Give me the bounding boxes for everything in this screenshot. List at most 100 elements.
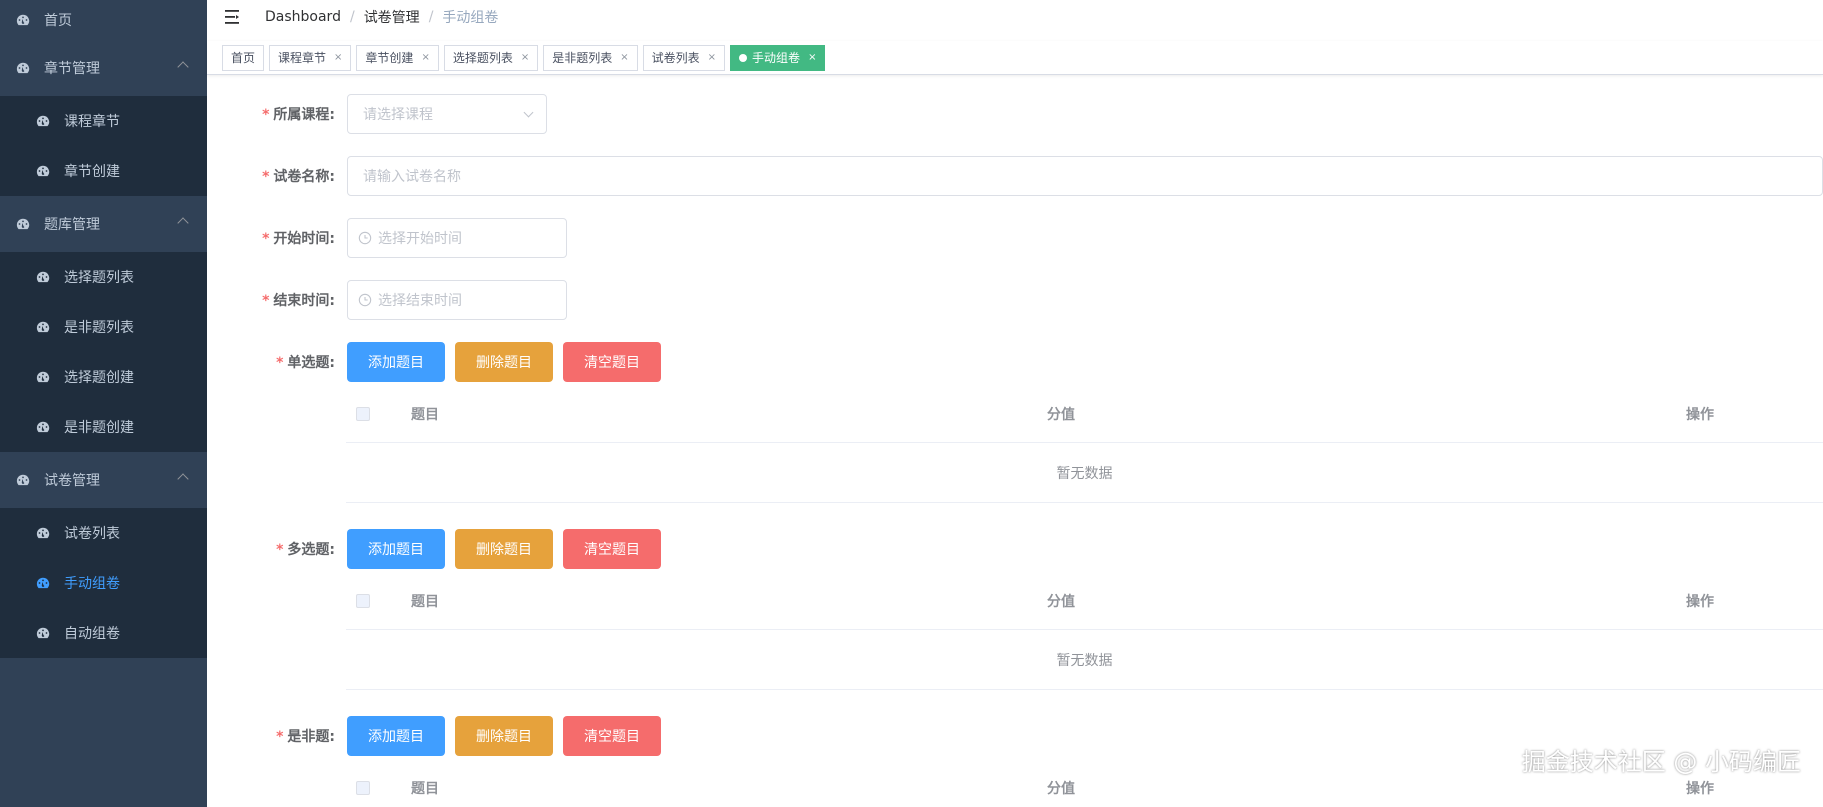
form-row-end: * 结束时间: 选择结束时间 (207, 280, 567, 320)
sidebar-item-label: 手动组卷 (64, 576, 120, 592)
watermark: 掘金技术社区 @ 小码编匠 (1521, 748, 1801, 776)
sidebar-item-course-chapter[interactable]: 课程章节 (0, 96, 207, 146)
label-text: 试卷名称: (273, 169, 335, 185)
input-placeholder: 请输入试卷名称 (363, 169, 461, 185)
sidebar-item-label: 试卷列表 (64, 526, 120, 542)
required-mark: * (262, 231, 270, 247)
submenu-list: 试卷列表 手动组卷 自动组卷 (0, 508, 207, 658)
breadcrumb-separator: / (349, 9, 355, 25)
dashboard-icon (16, 62, 30, 74)
label-text: 所属课程: (273, 107, 335, 123)
sidebar-item-auto-exam[interactable]: 自动组卷 (0, 608, 207, 658)
sidebar-item-truefalse-create[interactable]: 是非题创建 (0, 402, 207, 452)
table-header: 题目 分值 操作 (346, 573, 1823, 630)
clear-question-button[interactable]: 清空题目 (563, 529, 661, 569)
sidebar-item-manual-exam[interactable]: 手动组卷 (0, 558, 207, 608)
hamburger-icon[interactable] (223, 7, 243, 27)
tag-exam-list[interactable]: 试卷列表 × (642, 44, 726, 71)
tag-label: 试卷列表 (651, 50, 700, 65)
tag-label: 选择题列表 (452, 50, 513, 65)
dashboard-icon (16, 474, 30, 486)
tag-course-chapter[interactable]: 课程章节 × (269, 44, 352, 71)
end-time-picker[interactable]: 选择结束时间 (347, 280, 567, 320)
navbar: Dashboard / 试卷管理 / 手动组卷 (207, 0, 1823, 34)
add-question-button[interactable]: 添加题目 (347, 529, 445, 569)
select-placeholder: 请选择课程 (363, 107, 433, 123)
close-icon[interactable]: × (620, 46, 628, 70)
select-all-checkbox[interactable] (356, 594, 370, 608)
sidebar: 首页 章节管理 课程章节 章节创建 题库管理 选择题列表 是非题列表 选择题创建… (0, 0, 207, 807)
dashboard-icon (36, 371, 50, 383)
submenu-list: 选择题列表 是非题列表 选择题创建 是非题创建 (0, 252, 207, 452)
sidebar-item-truefalse-list[interactable]: 是非题列表 (0, 302, 207, 352)
sidebar-item-label: 是非题列表 (64, 320, 134, 336)
select-all-checkbox[interactable] (356, 781, 370, 795)
column-header-score: 分值 (1047, 594, 1075, 610)
sidebar-item-chapter-create[interactable]: 章节创建 (0, 146, 207, 196)
form-row-multi-choice: * 多选题: 添加题目 删除题目 清空题目 (207, 529, 671, 569)
select-all-checkbox[interactable] (356, 407, 370, 421)
tag-manual-exam[interactable]: 手动组卷 × (730, 44, 826, 71)
submenu-exam[interactable]: 试卷管理 (0, 452, 207, 508)
dashboard-icon (36, 271, 50, 283)
chevron-up-icon (177, 473, 189, 485)
close-icon[interactable]: × (521, 46, 529, 70)
sidebar-item-choice-list[interactable]: 选择题列表 (0, 252, 207, 302)
delete-question-button[interactable]: 删除题目 (455, 529, 553, 569)
submenu-chapter[interactable]: 章节管理 (0, 40, 207, 96)
menu-item-home[interactable]: 首页 (0, 0, 207, 40)
submenu-question-bank[interactable]: 题库管理 (0, 196, 207, 252)
submenu-list: 课程章节 章节创建 (0, 96, 207, 196)
form-row-course: * 所属课程: 请选择课程 (207, 94, 547, 134)
clear-question-button[interactable]: 清空题目 (563, 716, 661, 756)
form-label: * 开始时间: (207, 228, 347, 248)
dashboard-icon (16, 218, 30, 230)
add-question-button[interactable]: 添加题目 (347, 342, 445, 382)
course-select[interactable]: 请选择课程 (347, 94, 547, 134)
empty-text: 暂无数据 (346, 630, 1823, 690)
tag-label: 手动组卷 (752, 50, 801, 65)
dashboard-icon (16, 14, 30, 26)
tag-label: 首页 (231, 50, 256, 65)
label-text: 结束时间: (273, 293, 335, 309)
form-row-start: * 开始时间: 选择开始时间 (207, 218, 567, 258)
dashboard-icon (36, 421, 50, 433)
tag-label: 是非题列表 (552, 50, 613, 65)
tag-truefalse-list[interactable]: 是非题列表 × (543, 44, 638, 71)
start-time-picker[interactable]: 选择开始时间 (347, 218, 567, 258)
clock-icon (358, 231, 372, 245)
delete-question-button[interactable]: 删除题目 (455, 716, 553, 756)
dashboard-icon (36, 321, 50, 333)
dashboard-icon (36, 577, 50, 589)
close-icon[interactable]: × (334, 46, 342, 70)
column-header-score: 分值 (1047, 781, 1075, 797)
tag-choice-list[interactable]: 选择题列表 × (443, 44, 539, 71)
empty-text: 暂无数据 (346, 443, 1823, 503)
close-icon[interactable]: × (421, 46, 429, 70)
exam-name-input[interactable]: 请输入试卷名称 (347, 156, 1823, 196)
tag-home[interactable]: 首页 (222, 44, 265, 71)
add-question-button[interactable]: 添加题目 (347, 716, 445, 756)
label-text: 多选题: (287, 542, 335, 558)
sidebar-item-choice-create[interactable]: 选择题创建 (0, 352, 207, 402)
form-row-truefalse: * 是非题: 添加题目 删除题目 清空题目 (207, 716, 671, 756)
close-icon[interactable]: × (808, 46, 816, 70)
form-label: * 多选题: (207, 539, 347, 559)
sidebar-item-label: 选择题列表 (64, 270, 134, 286)
single-choice-table: 题目 分值 操作 暂无数据 (346, 386, 1823, 503)
sidebar-item-exam-list[interactable]: 试卷列表 (0, 508, 207, 558)
sidebar-item-label: 课程章节 (64, 114, 120, 130)
input-placeholder: 选择结束时间 (378, 293, 462, 309)
tag-chapter-create[interactable]: 章节创建 × (356, 44, 439, 71)
close-icon[interactable]: × (708, 46, 716, 70)
table-header: 题目 分值 操作 (346, 386, 1823, 443)
breadcrumb: Dashboard / 试卷管理 / 手动组卷 (265, 7, 498, 27)
clear-question-button[interactable]: 清空题目 (563, 342, 661, 382)
required-mark: * (262, 169, 270, 185)
breadcrumb-item-exam-manage[interactable]: 试卷管理 (364, 7, 420, 27)
tag-label: 课程章节 (278, 50, 327, 65)
breadcrumb-item-dashboard[interactable]: Dashboard (265, 9, 341, 25)
submenu-label: 章节管理 (44, 61, 100, 77)
multi-choice-table: 题目 分值 操作 暂无数据 (346, 573, 1823, 690)
delete-question-button[interactable]: 删除题目 (455, 342, 553, 382)
